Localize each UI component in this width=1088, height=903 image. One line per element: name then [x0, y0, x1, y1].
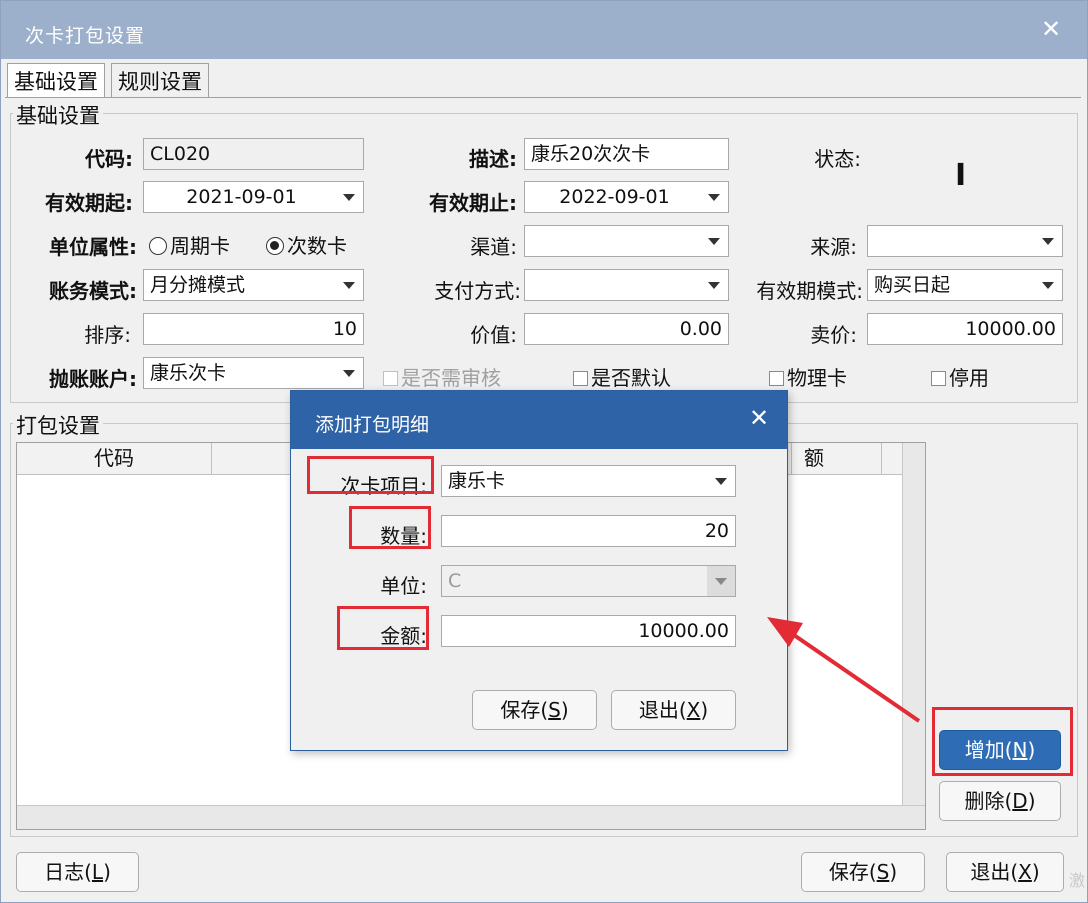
main-window: 次卡打包设置 ✕ 基础设置 规则设置 基础设置 代码: CL020 描述: 康乐… [0, 0, 1088, 903]
red-arrow-icon [767, 617, 921, 723]
